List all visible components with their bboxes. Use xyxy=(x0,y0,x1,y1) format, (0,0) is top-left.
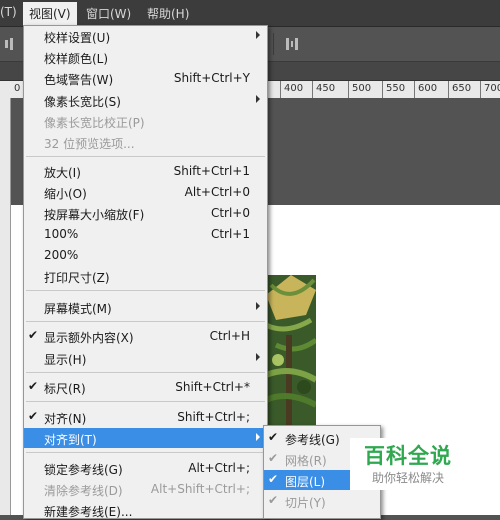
ruler-tick xyxy=(480,81,481,98)
menu-item-new-guide[interactable]: 新建参考线(E)... xyxy=(24,500,267,520)
menu-divider xyxy=(26,321,265,322)
menu-item-pixel-aspect-correction: 像素长宽比校正(P) xyxy=(44,116,145,130)
menu-item-gamut-warning[interactable]: 色域警告(W) Shift+Ctrl+Y xyxy=(24,68,267,88)
ruler-label: 450 xyxy=(316,83,336,94)
checkmark-icon: ✔ xyxy=(268,451,279,465)
menu-item-rulers[interactable]: ✔ 标尺(R) Shift+Ctrl+* xyxy=(24,377,267,397)
menu-item-snap-to[interactable]: 对齐到(T) xyxy=(24,428,267,448)
menu-item-snap[interactable]: ✔ 对齐(N) Shift+Ctrl+; xyxy=(24,407,267,427)
watermark-logo: 百科全说 助你轻松解决 xyxy=(350,438,470,490)
menu-item-32bit-preview: 32 位预览选项... xyxy=(44,137,135,151)
menu-view[interactable]: 视图(V) xyxy=(23,2,77,25)
submenu-arrow-icon xyxy=(256,31,260,39)
menu-divider xyxy=(26,372,265,373)
vertical-ruler[interactable] xyxy=(0,98,11,515)
submenu-arrow-icon xyxy=(256,353,260,361)
checkmark-icon: ✔ xyxy=(268,472,279,486)
watermark-subtitle: 助你轻松解决 xyxy=(372,471,445,485)
menu-item-fit-on-screen[interactable]: 按屏幕大小缩放(F) Ctrl+0 xyxy=(24,203,267,223)
toolbar-divider xyxy=(273,33,274,55)
submenu-item-slices: ✔ 切片(Y) xyxy=(268,493,326,510)
checkmark-icon: ✔ xyxy=(268,493,279,507)
menu-bar: (T) 视图(V) 窗口(W) 帮助(H) xyxy=(0,0,500,27)
menu-item-screen-mode[interactable]: 屏幕模式(M) xyxy=(24,297,267,317)
menu-item-proof-colors[interactable]: 校样颜色(L) xyxy=(24,47,267,67)
menu-item-pixel-aspect-ratio[interactable]: 像素长宽比(S) xyxy=(24,90,267,110)
menu-text-partial[interactable]: (T) xyxy=(0,5,17,19)
palm-tree-photo[interactable] xyxy=(266,275,316,427)
ruler-tick xyxy=(382,81,383,98)
menu-help[interactable]: 帮助(H) xyxy=(147,5,189,22)
menu-divider xyxy=(26,452,265,453)
menu-item-zoom-in[interactable]: 放大(I) Shift+Ctrl+1 xyxy=(24,161,267,181)
ruler-label: 550 xyxy=(386,83,406,94)
ruler-label: 500 xyxy=(352,83,372,94)
menu-item-clear-guides: 清除参考线(D) Alt+Shift+Ctrl+; xyxy=(44,482,250,498)
menu-item-100-percent[interactable]: 100% Ctrl+1 xyxy=(24,224,267,244)
ruler-label: 650 xyxy=(452,83,472,94)
menu-item-lock-guides[interactable]: 锁定参考线(G) Alt+Ctrl+; xyxy=(24,458,267,478)
view-menu-dropdown: 校样设置(U) 校样颜色(L) 色域警告(W) Shift+Ctrl+Y 像素长宽… xyxy=(23,25,268,519)
checkmark-icon: ✔ xyxy=(28,409,39,423)
ruler-label: 400 xyxy=(284,83,304,94)
ruler-label: 600 xyxy=(418,83,438,94)
menu-item-200-percent[interactable]: 200% xyxy=(24,245,267,265)
checkmark-icon: ✔ xyxy=(28,379,39,393)
menu-item-print-size[interactable]: 打印尺寸(Z) xyxy=(24,266,267,286)
menu-window[interactable]: 窗口(W) xyxy=(86,5,131,22)
ruler-tick xyxy=(280,81,281,98)
ruler-tick xyxy=(448,81,449,98)
submenu-arrow-icon xyxy=(256,433,260,441)
menu-item-show-extras[interactable]: ✔ 显示额外内容(X) Ctrl+H xyxy=(24,326,267,346)
menu-divider xyxy=(26,290,265,291)
checkmark-icon: ✔ xyxy=(28,328,39,342)
ruler-tick xyxy=(414,81,415,98)
menu-divider xyxy=(26,156,265,157)
menu-item-proof-setup[interactable]: 校样设置(U) xyxy=(24,26,267,46)
menu-divider xyxy=(26,401,265,402)
watermark-title: 百科全说 xyxy=(364,444,452,468)
align-icon[interactable] xyxy=(4,37,18,51)
checkmark-icon: ✔ xyxy=(268,430,279,444)
menu-item-show[interactable]: 显示(H) xyxy=(24,348,267,368)
menu-item-zoom-out[interactable]: 缩小(O) Alt+Ctrl+0 xyxy=(24,182,267,202)
ruler-label: 700 xyxy=(484,83,500,94)
submenu-arrow-icon xyxy=(256,302,260,310)
ruler-tick xyxy=(348,81,349,98)
distribute-icon[interactable] xyxy=(285,37,299,51)
ruler-tick xyxy=(312,81,313,98)
submenu-arrow-icon xyxy=(256,95,260,103)
ruler-label: 0 xyxy=(14,83,21,94)
